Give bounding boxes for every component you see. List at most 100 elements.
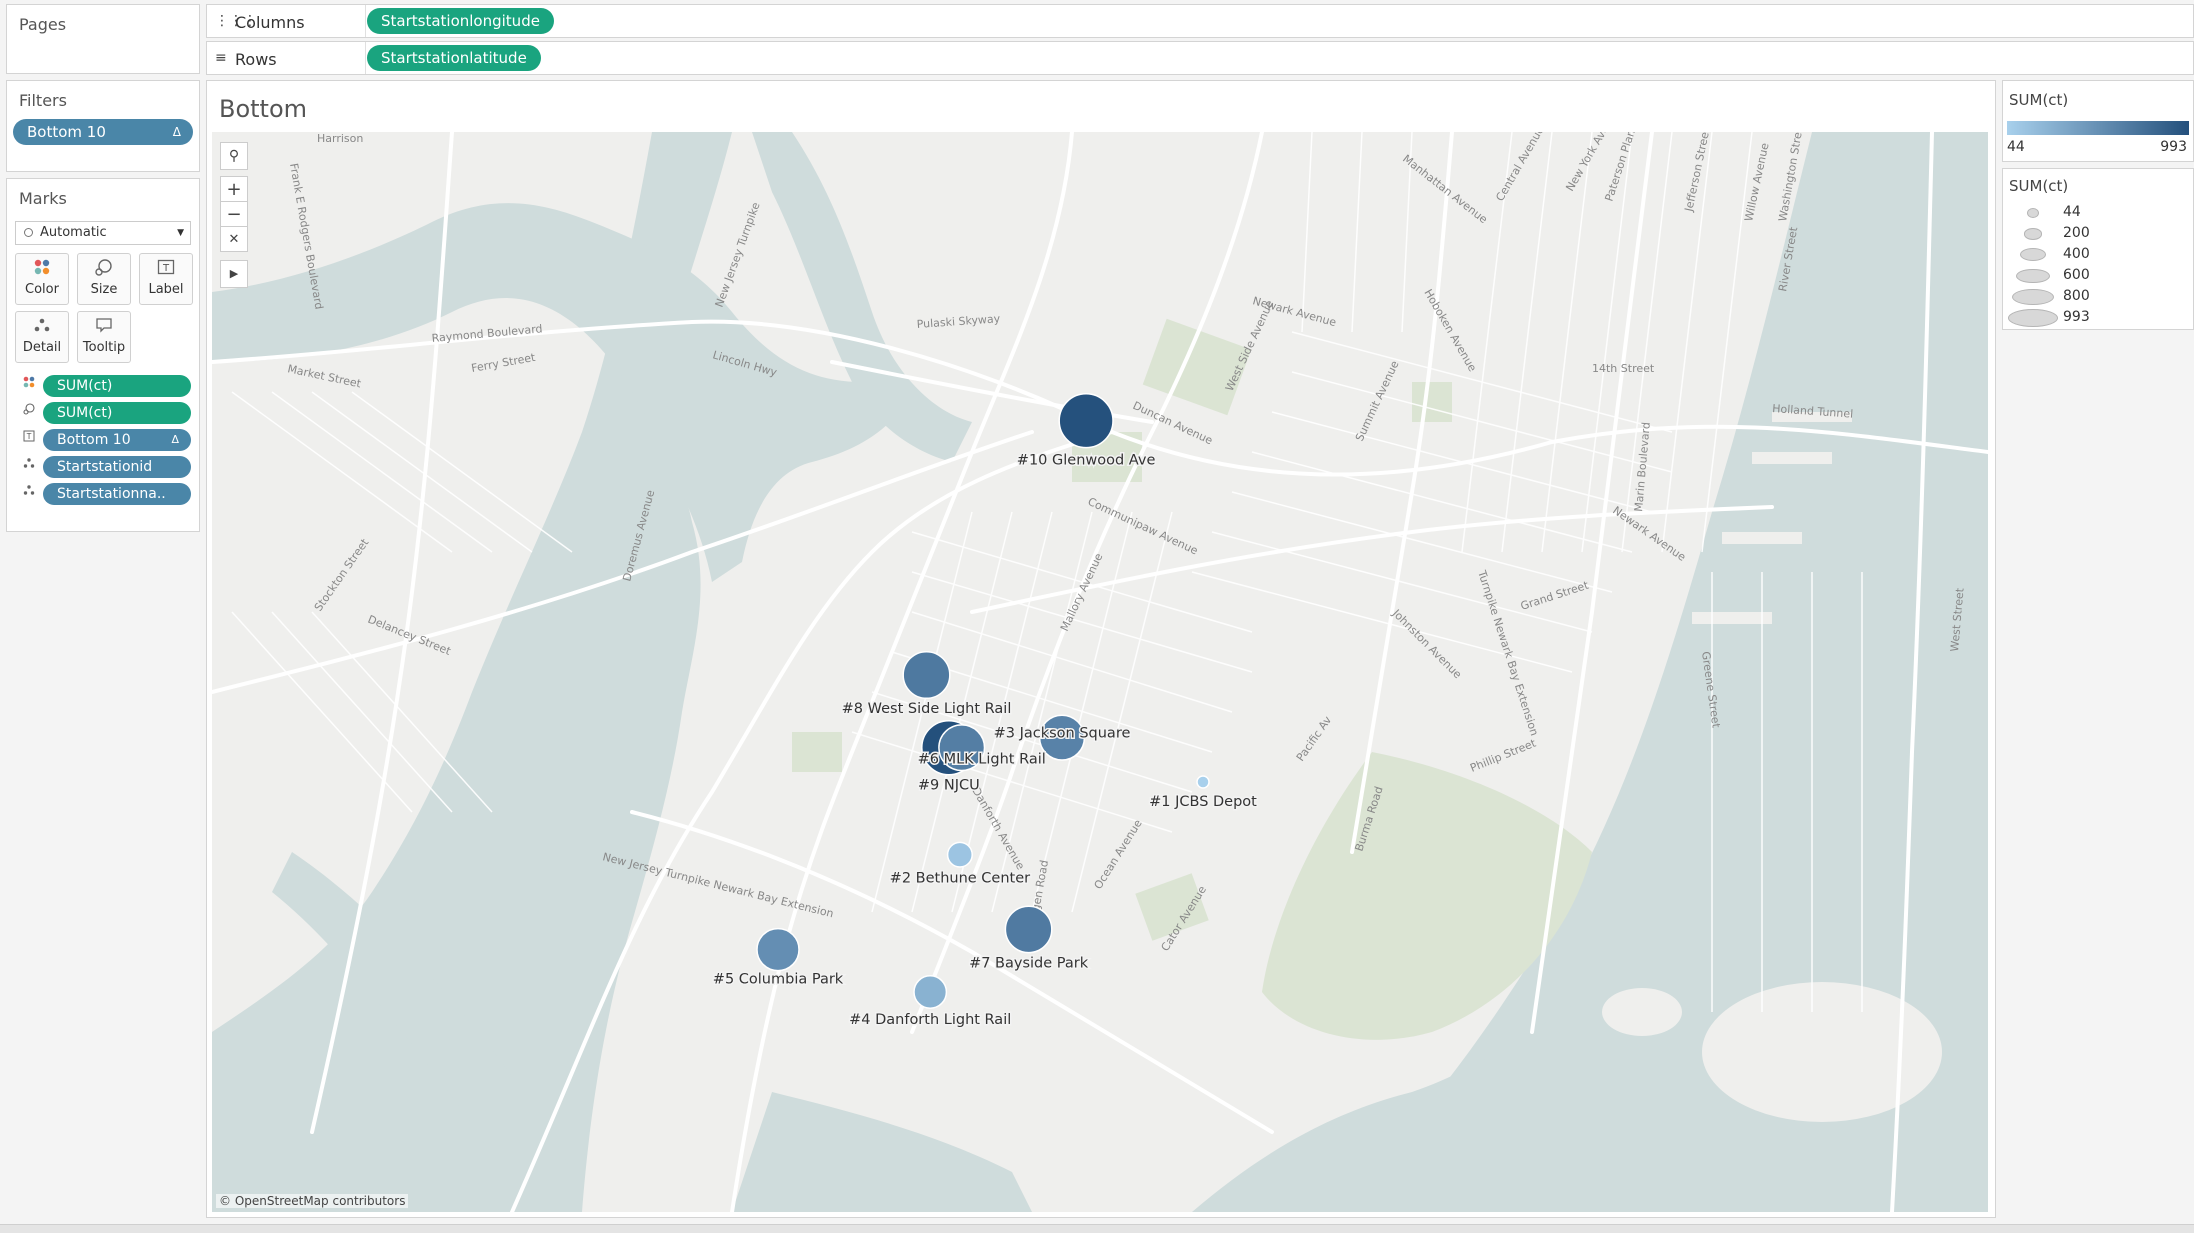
label-icon: T — [21, 430, 37, 446]
detail-icon — [21, 457, 37, 473]
svg-text:T: T — [26, 432, 32, 441]
size-legend-swatch — [2015, 268, 2051, 284]
detail-icon — [16, 316, 68, 340]
station-label: #5 Columbia Park — [713, 972, 844, 988]
size-legend-item: 400 — [2003, 245, 2193, 266]
expand-arrow-icon[interactable]: ▶ — [220, 260, 248, 288]
tooltip-button[interactable]: Tooltip — [77, 311, 131, 363]
color-button-label: Color — [25, 282, 59, 297]
station-label: #2 Bethune Center — [890, 871, 1030, 887]
zoom-in-icon[interactable]: + — [220, 176, 248, 202]
size-button-label: Size — [90, 282, 118, 297]
map-view[interactable]: Manhattan Avenue Central Avenue New York… — [212, 132, 1988, 1212]
station-mark[interactable] — [1004, 905, 1053, 954]
size-legend-title: SUM(ct) — [2009, 177, 2069, 195]
mark-type-dropdown[interactable]: Automatic ▼ — [15, 221, 191, 245]
automatic-mark-icon — [24, 228, 33, 237]
pier — [1752, 452, 1832, 464]
size-legend-label: 400 — [2063, 246, 2090, 262]
size-icon — [21, 403, 37, 419]
rows-icon: ≡ — [215, 50, 227, 66]
size-legend-label: 200 — [2063, 225, 2090, 241]
detail-icon — [21, 484, 37, 500]
marks-panel-title: Marks — [19, 189, 67, 208]
size-legend-swatch — [2023, 228, 2043, 240]
marks-pill-detail-startstationid[interactable]: Startstationid — [43, 456, 191, 478]
marks-pill-detail-startstationname[interactable]: Startstationna.. — [43, 483, 191, 505]
size-legend-item: 200 — [2003, 224, 2193, 245]
size-legend-item: 44 — [2003, 203, 2193, 224]
columns-pill[interactable]: Startstationlongitude — [367, 8, 554, 34]
size-legend-swatch — [2027, 208, 2039, 218]
station-mark[interactable] — [902, 650, 951, 700]
size-legend-item: 993 — [2003, 308, 2193, 329]
rows-pill[interactable]: Startstationlatitude — [367, 45, 541, 71]
size-legend-items: 44 200 400 600 800 993 — [2003, 203, 2193, 329]
station-mark[interactable] — [1058, 393, 1114, 449]
label-icon: T — [140, 258, 192, 282]
station-label: #3 Jackson Square — [994, 726, 1131, 742]
tooltip-icon — [78, 316, 130, 340]
shelf-divider — [365, 5, 366, 37]
color-legend-max: 993 — [2160, 139, 2187, 155]
marks-pill-size-sum-ct[interactable]: SUM(ct) — [43, 402, 191, 424]
color-legend-panel[interactable]: SUM(ct) 44 993 — [2002, 80, 2194, 162]
map-canvas[interactable]: Manhattan Avenue Central Avenue New York… — [212, 132, 1988, 1212]
zoom-out-icon[interactable]: − — [220, 201, 248, 227]
size-legend-label: 800 — [2063, 288, 2090, 304]
station-mark[interactable] — [756, 927, 800, 972]
delta-icon: Δ — [172, 125, 181, 139]
label-button[interactable]: T Label — [139, 253, 193, 305]
liberty-island — [1702, 982, 1942, 1122]
station-mark[interactable] — [913, 975, 948, 1009]
filters-panel-title: Filters — [19, 91, 67, 110]
marks-pill-label-bottom-10[interactable]: Bottom 10 Δ — [43, 429, 191, 451]
size-legend-swatch — [2008, 309, 2058, 327]
tooltip-button-label: Tooltip — [82, 340, 126, 355]
station-label: #10 Glenwood Ave — [1017, 453, 1156, 469]
columns-shelf-label: Columns — [235, 13, 305, 32]
search-icon[interactable]: ⚲ — [220, 142, 248, 170]
worksheet-title: Bottom — [219, 95, 308, 123]
color-legend-min: 44 — [2007, 139, 2025, 155]
delta-icon: Δ — [171, 433, 179, 446]
columns-shelf[interactable]: ⋮⋮⋮ Columns Startstationlongitude — [206, 4, 2194, 38]
size-legend-label: 993 — [2063, 309, 2090, 325]
pin-icon[interactable]: ✕ — [220, 226, 248, 252]
park-green — [1412, 382, 1452, 422]
svg-text:T: T — [162, 263, 170, 274]
street-label: 14th Street — [1592, 362, 1655, 375]
shelf-divider — [365, 42, 366, 74]
station-mark[interactable] — [1196, 775, 1210, 789]
filter-pill-bottom-10[interactable]: Bottom 10 Δ — [13, 119, 193, 145]
station-mark[interactable] — [946, 841, 973, 868]
color-button[interactable]: Color — [15, 253, 69, 305]
marks-panel: Marks Automatic ▼ Color Size T Label Det… — [6, 178, 200, 532]
station-label: #9 NJCU — [918, 778, 980, 794]
station-label: #1 JCBS Depot — [1149, 794, 1257, 810]
size-button[interactable]: Size — [77, 253, 131, 305]
marks-pill-label: Bottom 10 — [57, 432, 131, 448]
rows-shelf-label: Rows — [235, 50, 277, 69]
mark-type-label: Automatic — [40, 225, 107, 240]
pages-panel: Pages — [6, 4, 200, 74]
ellis-island — [1602, 988, 1682, 1036]
size-legend-panel[interactable]: SUM(ct) 44 200 400 600 800 993 — [2002, 168, 2194, 330]
station-label: #7 Bayside Park — [969, 955, 1089, 971]
detail-button[interactable]: Detail — [15, 311, 69, 363]
color-ramp — [2007, 121, 2189, 135]
pages-panel-title: Pages — [19, 15, 67, 34]
size-legend-label: 600 — [2063, 267, 2090, 283]
street-label: Harrison — [317, 132, 363, 145]
size-icon — [78, 258, 130, 282]
size-legend-label: 44 — [2063, 204, 2081, 220]
rows-shelf[interactable]: ≡ Rows Startstationlatitude — [206, 41, 2194, 75]
map-attribution: © OpenStreetMap contributors — [216, 1194, 409, 1208]
chevron-down-icon: ▼ — [177, 228, 184, 238]
station-label: #6 MLK Light Rail — [918, 752, 1046, 768]
pier — [1692, 612, 1772, 624]
color-icon — [21, 376, 37, 392]
filters-panel: Filters Bottom 10 Δ — [6, 80, 200, 172]
marks-pill-color-sum-ct[interactable]: SUM(ct) — [43, 375, 191, 397]
station-label: #8 West Side Light Rail — [842, 701, 1012, 717]
